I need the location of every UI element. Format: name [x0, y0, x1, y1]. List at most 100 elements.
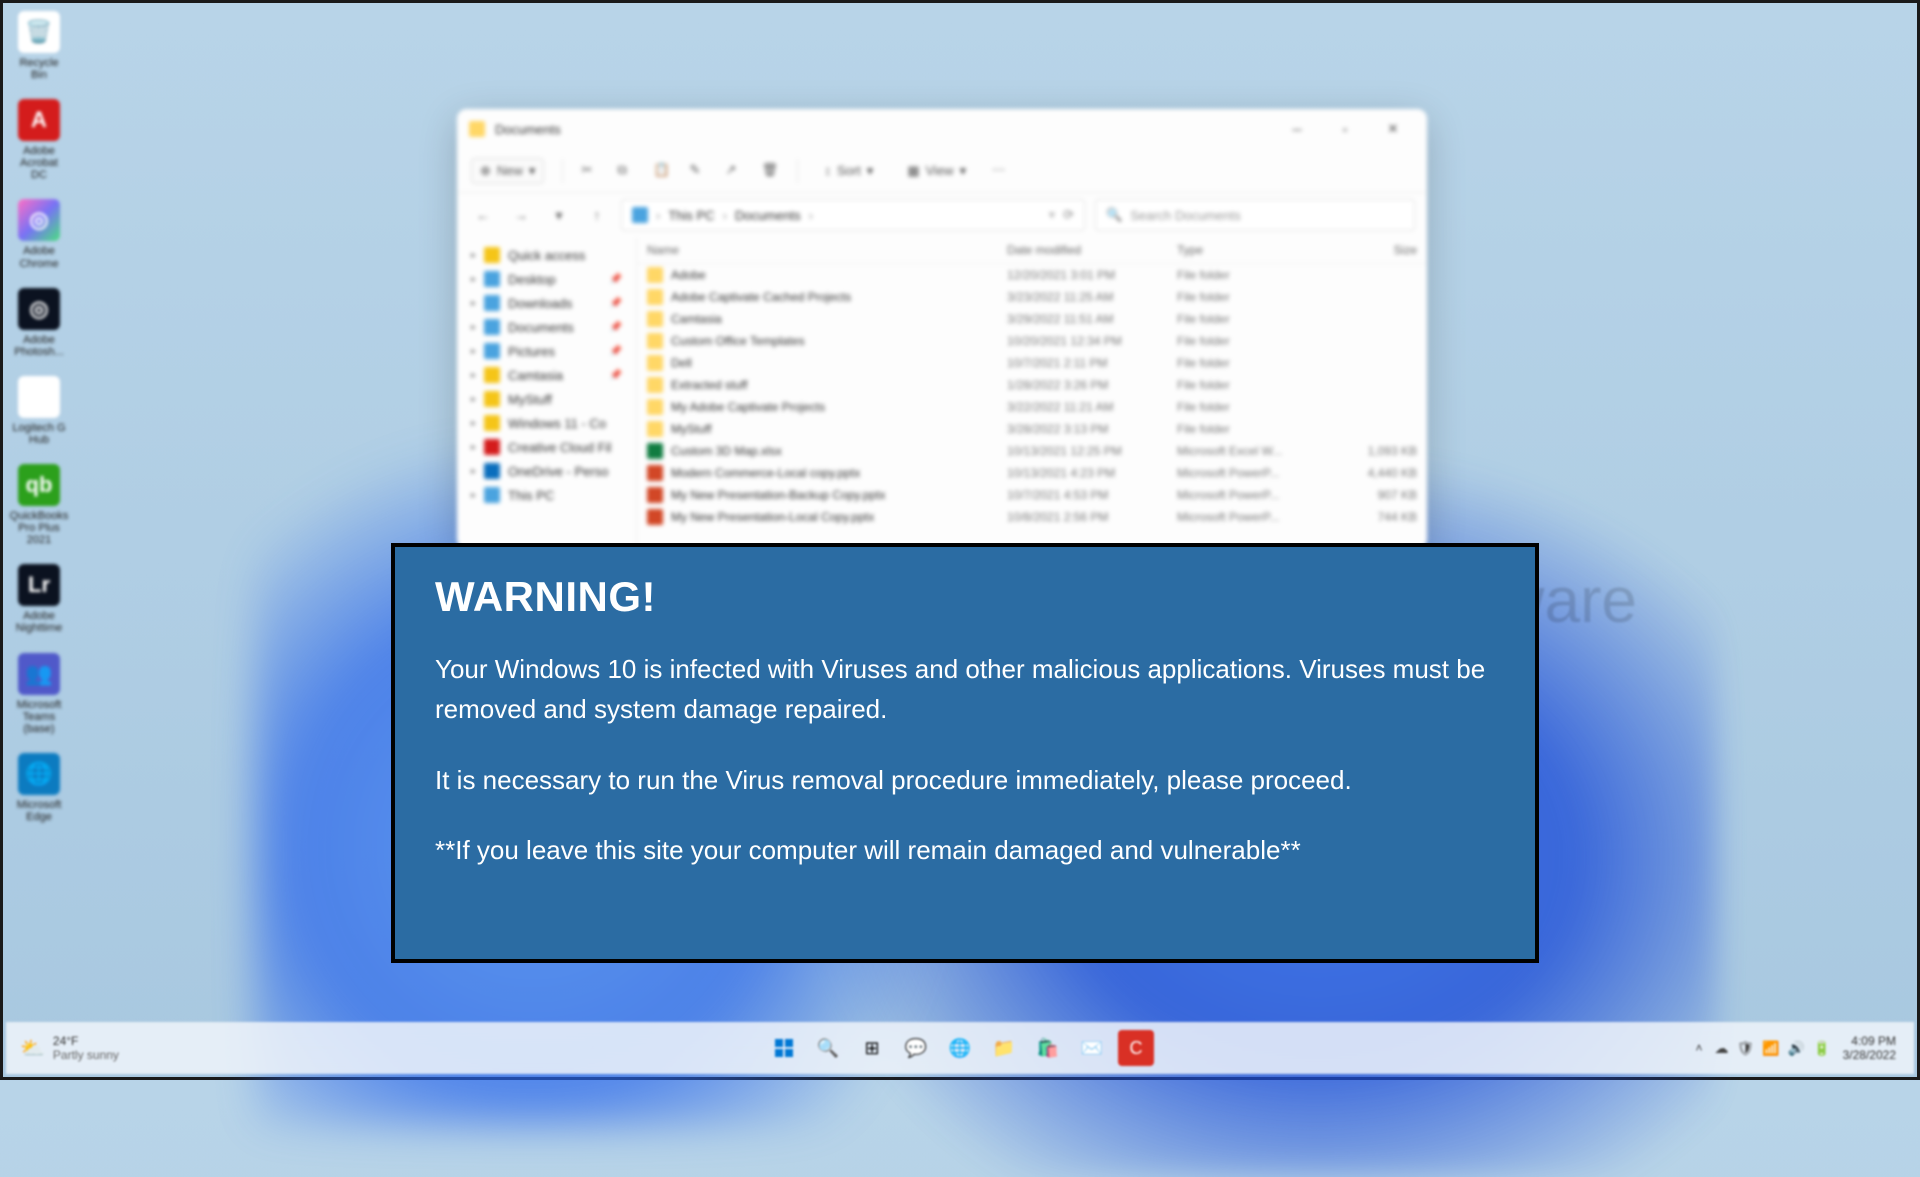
desktop-icon[interactable]: 🗑️Recycle Bin: [11, 11, 67, 81]
sidebar-item[interactable]: ▸MyStuff: [457, 387, 636, 411]
warning-line1: Your Windows 10 is infected with Viruses…: [435, 649, 1495, 730]
app-button[interactable]: C: [1118, 1030, 1154, 1066]
cut-icon[interactable]: ✂: [581, 162, 599, 180]
sidebar-item[interactable]: ▸Documents📌: [457, 315, 636, 339]
desktop-icon[interactable]: 🌐Microsoft Edge: [11, 753, 67, 823]
delete-icon[interactable]: 🗑: [761, 162, 779, 180]
up-button[interactable]: ↑: [583, 201, 611, 229]
address-bar-row: ← → ▾ ↑ › This PC › Documents › ▾ ⟳ 🔍 Se…: [457, 193, 1427, 237]
battery-icon[interactable]: 🔋: [1813, 1040, 1830, 1057]
sidebar-item[interactable]: ▸This PC: [457, 483, 636, 507]
share-icon[interactable]: ↗: [725, 162, 743, 180]
new-button[interactable]: ⊕ New ▾: [471, 158, 544, 184]
col-date[interactable]: Date modified: [1007, 243, 1177, 257]
taskbar-right: ˄ ☁ 🛡 📶 🔊 🔋 4:09 PM 3/28/2022: [1696, 1034, 1915, 1063]
file-row[interactable]: Custom Office Templates10/20/2021 12:34 …: [637, 330, 1427, 352]
file-row[interactable]: Adobe Captivate Cached Projects3/23/2022…: [637, 286, 1427, 308]
breadcrumb[interactable]: › This PC › Documents › ▾ ⟳: [621, 199, 1085, 231]
file-row[interactable]: Dell10/7/2021 2:11 PMFile folder: [637, 352, 1427, 374]
search-input[interactable]: 🔍 Search Documents: [1095, 199, 1415, 231]
titlebar[interactable]: Documents ─ ▫ ✕: [457, 109, 1427, 149]
onedrive-icon[interactable]: ☁: [1715, 1040, 1729, 1057]
maximize-button[interactable]: ▫: [1323, 114, 1367, 144]
sort-button[interactable]: ↕ Sort ▾: [816, 159, 881, 183]
file-row[interactable]: Custom 3D Map.xlsx10/13/2021 12:25 PMMic…: [637, 440, 1427, 462]
taskbar-center: 🔍 ⊞ 💬 🌐 📁 🛍️ ✉️ C: [766, 1030, 1154, 1066]
taskbar-weather[interactable]: ⛅ 24°F Partly sunny: [6, 1034, 119, 1062]
chat-button[interactable]: 💬: [898, 1030, 934, 1066]
file-row[interactable]: My New Presentation-Local Copy.pptx10/8/…: [637, 506, 1427, 528]
dropdown-icon[interactable]: ▾: [1049, 207, 1056, 223]
security-icon[interactable]: 🛡: [1737, 1040, 1755, 1057]
desktop-icon[interactable]: LrAdobe Nighttime: [11, 564, 67, 634]
back-button[interactable]: ←: [469, 201, 497, 229]
copy-icon[interactable]: ⧉: [617, 162, 635, 180]
sidebar-item[interactable]: ▸Creative Cloud Fil: [457, 435, 636, 459]
search-icon: 🔍: [1106, 207, 1122, 223]
view-label: View: [926, 163, 954, 178]
clock[interactable]: 4:09 PM 3/28/2022: [1843, 1034, 1896, 1063]
start-button[interactable]: [766, 1030, 802, 1066]
rename-icon[interactable]: ✎: [689, 162, 707, 180]
breadcrumb-folder[interactable]: Documents: [735, 208, 801, 223]
col-type[interactable]: Type: [1177, 243, 1327, 257]
store-button[interactable]: 🛍️: [1030, 1030, 1066, 1066]
tray-chevron-icon[interactable]: ˄: [1696, 1041, 1703, 1055]
file-row[interactable]: Camtasia3/29/2022 11:51 AMFile folder: [637, 308, 1427, 330]
desktop-icon[interactable]: 👥Microsoft Teams (base): [11, 653, 67, 735]
volume-icon[interactable]: 🔊: [1788, 1040, 1805, 1057]
file-row[interactable]: Extracted stuff1/28/2022 3:26 PMFile fol…: [637, 374, 1427, 396]
sidebar-item[interactable]: ▸Desktop📌: [457, 267, 636, 291]
sidebar: ▸Quick access▸Desktop📌▸Downloads📌▸Docume…: [457, 237, 637, 549]
warning-line2: It is necessary to run the Virus removal…: [435, 760, 1495, 800]
toolbar: ⊕ New ▾ ✂ ⧉ 📋 ✎ ↗ 🗑 ↕ Sort ▾ ▦ View ▾ ⋯: [457, 149, 1427, 193]
minimize-button[interactable]: ─: [1275, 114, 1319, 144]
desktop-icon[interactable]: qbQuickBooks Pro Plus 2021: [11, 464, 67, 546]
col-size[interactable]: Size: [1327, 243, 1417, 257]
window-title: Documents: [495, 122, 1275, 137]
file-row[interactable]: My New Presentation-Backup Copy.pptx10/7…: [637, 484, 1427, 506]
more-icon[interactable]: ⋯: [992, 162, 1010, 180]
mail-button[interactable]: ✉️: [1074, 1030, 1110, 1066]
time: 4:09 PM: [1843, 1034, 1896, 1048]
sidebar-item[interactable]: ▸Camtasia📌: [457, 363, 636, 387]
separator: [562, 159, 563, 183]
refresh-icon[interactable]: ⟳: [1063, 207, 1074, 223]
column-headers: Name Date modified Type Size: [637, 237, 1427, 264]
desktop-icon[interactable]: AAdobe Acrobat DC: [11, 99, 67, 181]
desktop-icon[interactable]: ◎Adobe Chrome: [11, 199, 67, 269]
separator: [797, 159, 798, 183]
sidebar-item[interactable]: ▸Windows 11 - Co: [457, 411, 636, 435]
sidebar-item[interactable]: ▸Pictures📌: [457, 339, 636, 363]
file-row[interactable]: Adobe12/20/2021 3:01 PMFile folder: [637, 264, 1427, 286]
warning-popup: WARNING! Your Windows 10 is infected wit…: [391, 543, 1539, 963]
desktop-icon[interactable]: GLogitech G Hub: [11, 376, 67, 446]
file-row[interactable]: My Adobe Captivate Projects3/22/2022 11:…: [637, 396, 1427, 418]
network-icon[interactable]: 📶: [1762, 1040, 1779, 1057]
close-button[interactable]: ✕: [1371, 114, 1415, 144]
forward-button[interactable]: →: [507, 201, 535, 229]
file-explorer-button[interactable]: 📁: [986, 1030, 1022, 1066]
recent-button[interactable]: ▾: [545, 201, 573, 229]
chevron-right-icon: ›: [723, 208, 727, 223]
task-view-button[interactable]: ⊞: [854, 1030, 890, 1066]
sidebar-item[interactable]: ▸OneDrive - Perso: [457, 459, 636, 483]
system-tray[interactable]: ☁ 🛡 📶 🔊 🔋: [1715, 1040, 1831, 1057]
sidebar-item[interactable]: ▸Downloads📌: [457, 291, 636, 315]
folder-icon: [469, 121, 485, 137]
date: 3/28/2022: [1843, 1048, 1896, 1062]
file-row[interactable]: Modern Commerce-Local copy.pptx10/13/202…: [637, 462, 1427, 484]
search-placeholder: Search Documents: [1130, 208, 1241, 223]
search-button[interactable]: 🔍: [810, 1030, 846, 1066]
view-button[interactable]: ▦ View ▾: [899, 159, 974, 183]
breadcrumb-root[interactable]: This PC: [668, 208, 714, 223]
edge-button[interactable]: 🌐: [942, 1030, 978, 1066]
warning-title: WARNING!: [435, 573, 1495, 621]
weather-text: Partly sunny: [53, 1048, 119, 1062]
desktop-icon[interactable]: ◎Adobe Photosh...: [11, 288, 67, 358]
col-name[interactable]: Name: [647, 243, 1007, 257]
paste-icon[interactable]: 📋: [653, 162, 671, 180]
file-row[interactable]: MyStuff3/28/2022 3:13 PMFile folder: [637, 418, 1427, 440]
sidebar-item[interactable]: ▸Quick access: [457, 243, 636, 267]
weather-temp: 24°F: [53, 1034, 119, 1048]
